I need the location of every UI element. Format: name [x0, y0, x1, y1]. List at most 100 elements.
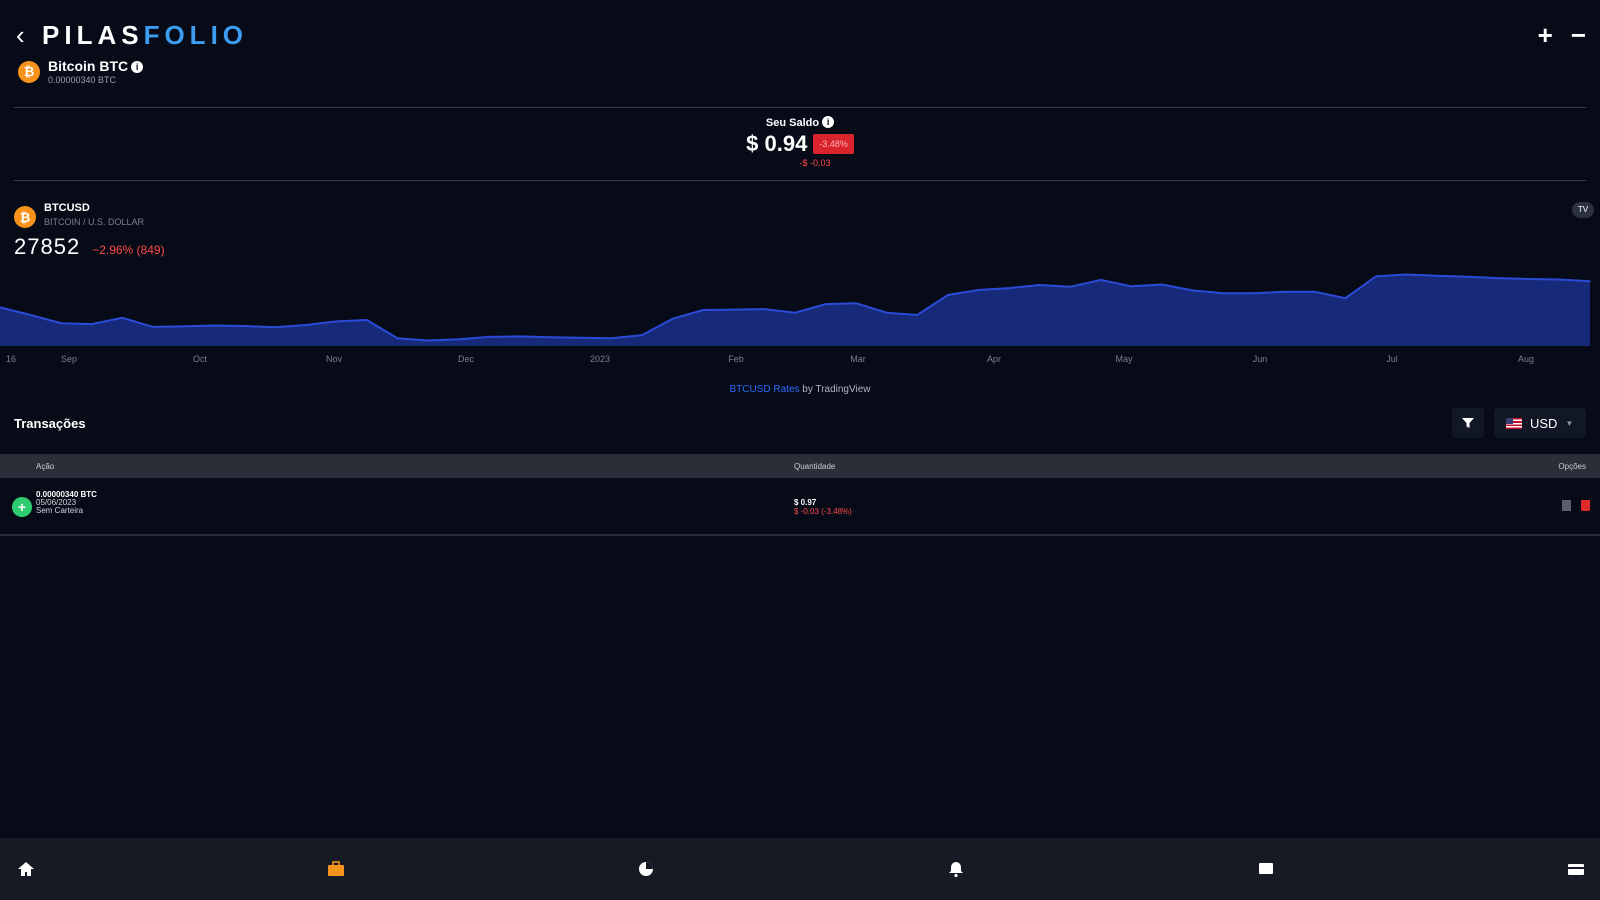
- tradingview-logo-icon[interactable]: TV: [1572, 202, 1594, 218]
- chart-area: [0, 274, 1590, 346]
- chart-point: [947, 294, 949, 296]
- chart-point: [1405, 273, 1408, 276]
- balance-label-text: Seu Saldo: [765, 117, 820, 129]
- symbol-name: BTCUSD: [44, 202, 90, 214]
- balance-change-amount: -$ -0.03: [799, 158, 831, 168]
- balance-row: $ 0.94 -3.48%: [0, 131, 1600, 157]
- chart-point: [1191, 289, 1194, 292]
- x-tick-label: Mar: [850, 354, 866, 364]
- chart-point: [488, 336, 491, 338]
- chart-point: [457, 338, 460, 340]
- brand-part1: PILAS: [42, 20, 144, 50]
- asset-amount: 0.00000340 BTC: [48, 75, 117, 85]
- x-tick-label: Sep: [61, 354, 77, 364]
- transaction-wallet: Sem Carteira: [36, 506, 84, 515]
- chart-point: [1466, 275, 1469, 278]
- chart-point: [1558, 278, 1561, 281]
- balance-summary: Seu Saldo i $ 0.94 -3.48% -$ -0.03: [0, 116, 1600, 168]
- chart-point: [1436, 275, 1438, 277]
- chart-point: [824, 303, 827, 305]
- chart-point: [1099, 279, 1102, 281]
- quantity-change: $ -0.03 (-3.48%): [794, 507, 852, 516]
- chart-point: [519, 335, 521, 338]
- filter-icon: [1462, 418, 1474, 428]
- chart-point: [885, 311, 888, 314]
- transaction-details: 0.00000340 BTC 05/06/2023 Sem Carteira: [36, 491, 97, 515]
- x-tick-label: Dec: [458, 354, 475, 364]
- table-row[interactable]: + 0.00000340 BTC 05/06/2023 Sem Carteira…: [0, 478, 1600, 536]
- row-actions: [1562, 500, 1590, 511]
- chart-point: [580, 337, 582, 339]
- divider: [14, 107, 1586, 108]
- x-tick-label: Jun: [1253, 354, 1268, 364]
- chart-point: [916, 314, 919, 316]
- info-icon[interactable]: i: [131, 61, 144, 73]
- chart-point: [1497, 277, 1500, 279]
- column-header-options: Opções: [1558, 462, 1586, 471]
- chart-point: [733, 308, 735, 311]
- balance-label: Seu Saldo i: [0, 116, 1600, 129]
- chart-point: [549, 336, 552, 339]
- price-change: −2.96% (849): [92, 243, 165, 257]
- asset-title: Bitcoin BTC i: [48, 58, 144, 74]
- briefcase-icon[interactable]: [326, 859, 346, 879]
- chart-point: [213, 324, 215, 327]
- chart-point: [702, 309, 705, 311]
- top-bar: ‹ PILASFOLIO + − ₿ Bitcoin BTC i 0.000003…: [0, 0, 1600, 104]
- x-tick-label: Oct: [193, 354, 208, 364]
- column-header-quantity: Quantidade: [794, 462, 836, 471]
- chart-point: [1222, 292, 1224, 294]
- chart-point: [152, 326, 154, 328]
- home-icon[interactable]: [16, 859, 36, 879]
- bitcoin-coin-icon: ₿: [18, 60, 40, 83]
- chart-point: [427, 339, 429, 342]
- chart-point: [794, 311, 796, 314]
- currency-select[interactable]: USD ▼: [1494, 408, 1586, 438]
- filter-button[interactable]: [1452, 408, 1484, 438]
- chart-point: [1008, 287, 1010, 289]
- chart-point: [1589, 280, 1591, 283]
- chart-point: [977, 289, 980, 291]
- chart-point: [243, 325, 246, 327]
- balance-change-badge: -3.48%: [813, 134, 854, 154]
- price-chart[interactable]: 16 Sep Oct Nov Dec 2023 Feb Mar Apr May Jun Jul Aug: [0, 256, 1600, 392]
- chart-point: [90, 323, 93, 325]
- chart-point: [304, 324, 307, 326]
- message-icon[interactable]: [1256, 859, 1276, 879]
- x-tick-label: Nov: [326, 354, 343, 364]
- transactions-title: Transações: [14, 416, 86, 431]
- x-tick-label: Jul: [1386, 354, 1398, 364]
- chart-point: [396, 337, 399, 340]
- plus-icon[interactable]: +: [1538, 22, 1553, 48]
- x-tick-label: 2023: [590, 354, 610, 364]
- pie-chart-icon[interactable]: [636, 859, 656, 879]
- chart-point: [671, 317, 674, 320]
- chart-point: [274, 326, 276, 329]
- back-chevron-icon[interactable]: ‹: [16, 22, 36, 48]
- rates-link[interactable]: BTCUSD Rates: [730, 384, 800, 395]
- chart-point: [1283, 290, 1286, 293]
- chart-point: [60, 322, 62, 325]
- asset-name: Bitcoin BTC: [48, 58, 129, 74]
- chart-point: [1344, 297, 1347, 299]
- app-logo: PILASFOLIO: [42, 20, 248, 51]
- chart-point: [1252, 292, 1255, 294]
- x-tick-label: Apr: [987, 354, 1001, 364]
- chart-point: [855, 302, 857, 304]
- minus-icon[interactable]: −: [1571, 22, 1586, 48]
- chart-point: [182, 325, 185, 328]
- transaction-quantity: $ 0.97 $ -0.03 (-3.48%): [794, 498, 852, 516]
- card-icon[interactable]: [1566, 859, 1586, 879]
- column-header-action: Ação: [36, 462, 55, 471]
- bell-icon[interactable]: [946, 859, 966, 879]
- bitcoin-coin-icon: ₿: [14, 206, 36, 228]
- table-header: Ação Quantidade Opções: [0, 454, 1600, 478]
- symbol-description: BITCOIN / U.S. DOLLAR: [44, 217, 145, 227]
- us-flag-icon: [1506, 417, 1522, 429]
- info-icon[interactable]: i: [822, 116, 835, 128]
- edit-icon[interactable]: [1562, 500, 1571, 511]
- chart-attribution: BTCUSD Rates by TradingView: [0, 384, 1600, 395]
- chart-point: [29, 314, 32, 316]
- trash-icon[interactable]: [1581, 500, 1590, 511]
- balance-value: $ 0.94: [746, 131, 808, 156]
